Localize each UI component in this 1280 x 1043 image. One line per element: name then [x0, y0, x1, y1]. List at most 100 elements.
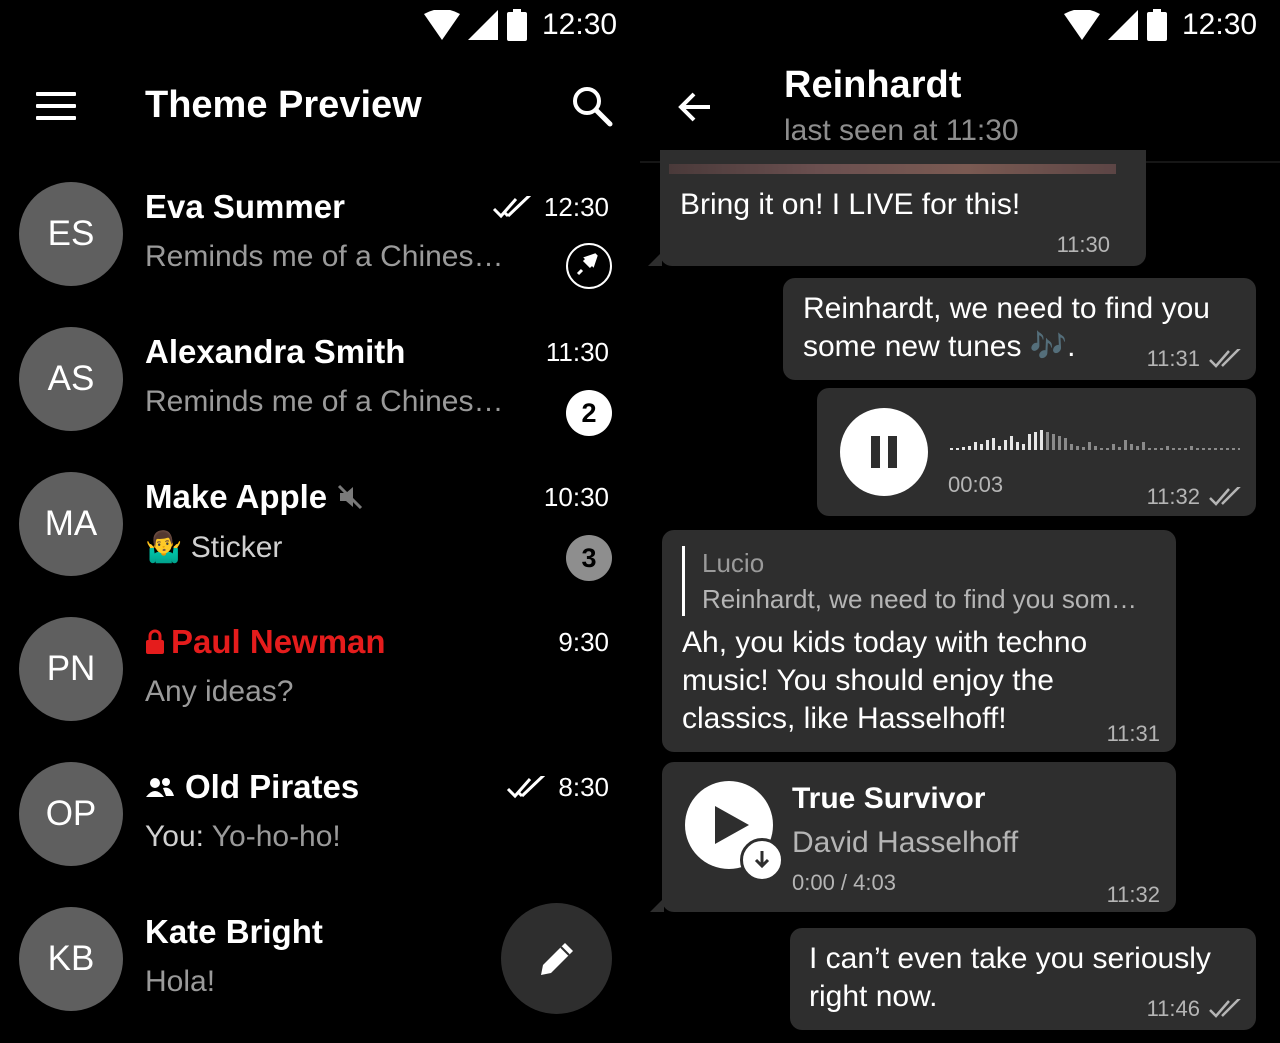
play-icon: [715, 806, 749, 844]
double-check-icon: [1209, 349, 1241, 368]
waveform-bar: [1232, 448, 1235, 450]
waveform-bar: [1238, 448, 1240, 450]
muted-icon: [338, 484, 363, 510]
double-check-icon: [1209, 999, 1241, 1018]
chat-row-make-apple[interactable]: MA Make Apple 🤷‍♂️ Sticker 10:30 3: [0, 450, 640, 595]
peer-name[interactable]: Reinhardt: [784, 64, 961, 107]
audio-artist: David Hasselhoff: [792, 826, 1019, 859]
chat-name: Old Pirates: [185, 768, 360, 805]
chat-preview: Sticker: [190, 531, 283, 564]
avatar: MA: [19, 472, 123, 576]
avatar: PN: [19, 617, 123, 721]
waveform-bar: [1100, 448, 1103, 450]
waveform-bar: [1040, 430, 1043, 450]
waveform-bar: [1094, 446, 1097, 450]
bubble-tail: [650, 898, 664, 912]
message-text-line: music! You should enjoy the: [682, 664, 1054, 697]
waveform-bar: [1154, 448, 1157, 450]
chat-name: Make Apple: [145, 478, 328, 515]
reply-quote[interactable]: Lucio Reinhardt, we need to find you som…: [682, 546, 1137, 616]
reply-text: Reinhardt, we need to find you som…: [702, 584, 1138, 614]
download-button[interactable]: [740, 838, 784, 882]
chat-row-paul-newman[interactable]: PN Paul Newman Any ideas? 9:30: [0, 595, 640, 740]
download-icon: [754, 851, 770, 869]
bubble-tail: [648, 252, 662, 266]
waveform-bar: [1118, 447, 1121, 450]
pause-icon: [871, 436, 897, 468]
sticker-emoji: 🤷‍♂️: [145, 531, 183, 564]
avatar: KB: [19, 907, 123, 1011]
chat-preview: Reminds me of a Chines…: [145, 240, 504, 273]
waveform-bar: [1028, 434, 1031, 450]
waveform-bar: [1202, 448, 1205, 450]
chat-time: 8:30: [558, 772, 609, 802]
status-bar: 12:30: [640, 0, 1280, 50]
chat-name: Alexandra Smith: [145, 333, 406, 370]
waveform-bar: [1112, 444, 1115, 450]
chat-preview: Hola!: [145, 965, 216, 998]
chat-time: 12:30: [543, 192, 609, 222]
waveform-bar: [998, 446, 1001, 450]
message-text-line: I can’t even take you seriously: [809, 942, 1211, 975]
waveform-bar: [1088, 442, 1091, 450]
waveform-bar: [1058, 436, 1061, 450]
group-icon: [146, 778, 174, 797]
waveform-bar: [1022, 444, 1025, 450]
waveform-bar: [962, 447, 965, 450]
waveform-bar: [1052, 434, 1055, 450]
voice-waveform[interactable]: [950, 416, 1240, 452]
waveform-bar: [1208, 448, 1211, 450]
waveform-bar: [1214, 448, 1217, 450]
chat-time: 11:30: [545, 337, 609, 367]
message-text-line: classics, like Hasselhoff!: [682, 702, 1007, 735]
chat-row-old-pirates[interactable]: OP Old Pirates You: Yo-ho-ho! 8:30: [0, 740, 640, 885]
avatar: OP: [19, 762, 123, 866]
chat-row-eva-summer[interactable]: ES Eva Summer Reminds me of a Chines… 12…: [0, 160, 640, 305]
waveform-bar: [950, 448, 953, 450]
chat-time: 10:30: [543, 482, 609, 512]
chat-preview: Any ideas?: [145, 675, 294, 708]
waveform-bar: [992, 438, 995, 450]
waveform-bar: [1220, 448, 1223, 450]
double-check-icon: [1209, 487, 1241, 506]
waveform-bar: [986, 440, 989, 450]
message-bubble-outgoing[interactable]: Reinhardt, we need to find you some new …: [783, 278, 1256, 380]
waveform-bar: [1010, 436, 1013, 450]
waveform-bar: [1166, 446, 1169, 450]
wifi-icon: [424, 10, 460, 40]
menu-icon[interactable]: [36, 92, 76, 122]
status-bar: 12:30: [0, 0, 640, 50]
avatar: ES: [19, 182, 123, 286]
waveform-bar: [1226, 448, 1229, 450]
chat-row-alexandra-smith[interactable]: AS Alexandra Smith Reminds me of a Chine…: [0, 305, 640, 450]
waveform-bar: [1034, 432, 1037, 450]
message-bubble-incoming[interactable]: Lucio Reinhardt, we need to find you som…: [662, 530, 1176, 752]
waveform-bar: [1004, 440, 1007, 450]
photo-preview: [669, 164, 1116, 174]
battery-icon: [1147, 9, 1167, 41]
message-bubble-outgoing[interactable]: I can’t even take you seriously right no…: [790, 928, 1256, 1030]
audio-title: True Survivor: [792, 782, 986, 815]
waveform-bar: [1106, 448, 1109, 450]
conversation-screen: 12:30 Reinhardt last seen at 11:30 Bring…: [640, 0, 1280, 1043]
voice-message-bubble[interactable]: 00:03 11:32: [817, 388, 1256, 516]
waveform-bar: [968, 446, 971, 450]
waveform-bar: [1076, 446, 1079, 450]
unread-badge: 3: [566, 535, 612, 581]
audio-message-bubble[interactable]: True Survivor David Hasselhoff 0:00 / 4:…: [662, 762, 1176, 912]
waveform-bar: [956, 448, 959, 450]
voice-duration: 00:03: [948, 472, 1004, 497]
waveform-bar: [1178, 448, 1181, 450]
compose-button[interactable]: [501, 903, 612, 1014]
message-time: 11:30: [1056, 232, 1110, 257]
search-icon[interactable]: [570, 84, 614, 128]
message-bubble-incoming[interactable]: Bring it on! I LIVE for this! 11:30: [660, 150, 1146, 266]
double-check-icon: [492, 195, 531, 218]
battery-icon: [507, 9, 527, 41]
page-title: Theme Preview: [145, 84, 422, 126]
peer-last-seen: last seen at 11:30: [784, 114, 1019, 147]
pause-button[interactable]: [840, 408, 928, 496]
waveform-bar: [1142, 442, 1145, 450]
waveform-bar: [1136, 446, 1139, 450]
back-arrow-icon[interactable]: [676, 88, 714, 126]
